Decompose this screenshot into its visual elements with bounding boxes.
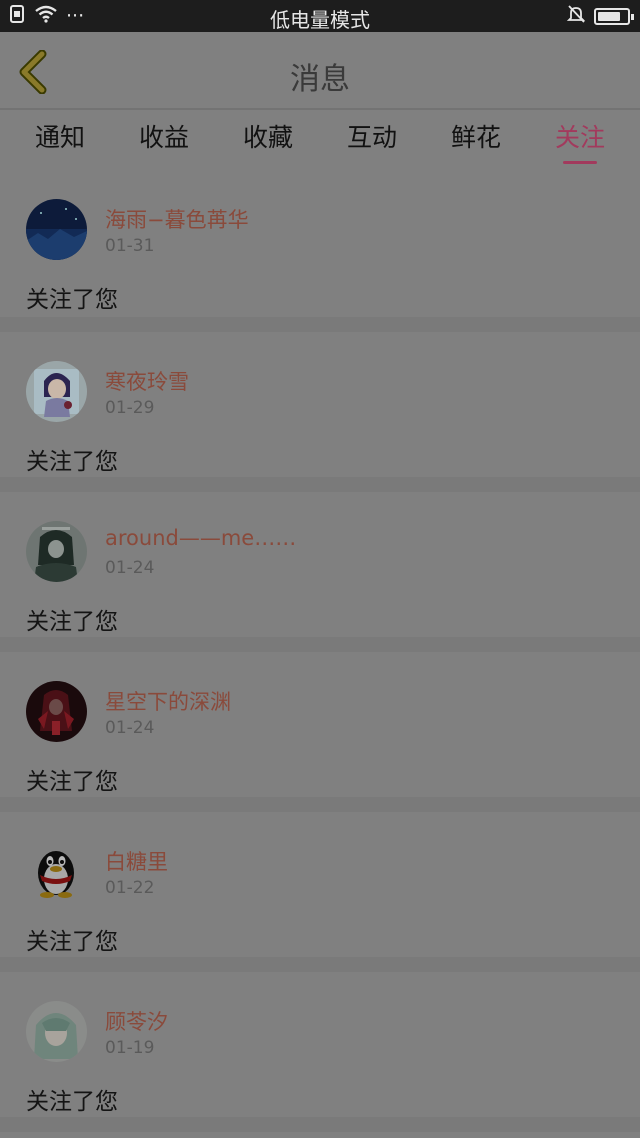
list-item[interactable]: around——me…… 01-24 关注了您 — [0, 492, 640, 652]
tab-interactions[interactable]: 互动 — [337, 110, 407, 170]
list-item[interactable]: 星空下的深渊 01-24 关注了您 — [0, 652, 640, 812]
avatar[interactable] — [26, 199, 87, 260]
tab-favorites[interactable]: 收藏 — [233, 110, 303, 170]
penguin-avatar-icon — [26, 841, 87, 902]
avatar[interactable] — [26, 521, 87, 582]
follow-date: 01-19 — [105, 1038, 155, 1058]
follow-date: 01-24 — [105, 718, 155, 738]
night-sky-avatar-icon — [26, 199, 87, 260]
user-name[interactable]: 顾苓汐 — [105, 1006, 168, 1036]
follow-list: 海雨−暮色苒华 01-31 关注了您 寒夜玲雪 01-29 关注了您 aroun… — [0, 170, 640, 1132]
dark-anime-avatar-icon — [26, 521, 87, 582]
avatar[interactable] — [26, 681, 87, 742]
battery-fill — [598, 11, 621, 21]
tab-follows[interactable]: 关注 — [545, 110, 615, 170]
status-bar: ··· 低电量模式 — [0, 0, 640, 32]
list-item[interactable]: 海雨−暮色苒华 01-31 关注了您 — [0, 170, 640, 332]
status-mode-label: 低电量模式 — [270, 8, 370, 32]
message-text: 关注了您 — [26, 1089, 118, 1115]
message-text: 关注了您 — [26, 449, 118, 475]
follow-date: 01-24 — [105, 558, 155, 578]
battery-icon — [594, 7, 634, 25]
avatar[interactable] — [26, 361, 87, 422]
tab-earnings[interactable]: 收益 — [129, 110, 199, 170]
tab-bar: 通知 收益 收藏 互动 鲜花 关注 — [0, 110, 640, 170]
follow-date: 01-31 — [105, 236, 155, 256]
list-item[interactable]: 白糖里 01-22 关注了您 — [0, 812, 640, 972]
avatar[interactable] — [26, 841, 87, 902]
user-name[interactable]: 海雨−暮色苒华 — [105, 204, 249, 234]
message-text: 关注了您 — [26, 287, 118, 313]
nav-bar: 消息 — [0, 32, 640, 110]
avatar[interactable] — [26, 1001, 87, 1062]
user-name[interactable]: around——me…… — [105, 526, 296, 550]
tab-notifications[interactable]: 通知 — [25, 110, 95, 170]
list-item[interactable]: 寒夜玲雪 01-29 关注了您 — [0, 332, 640, 492]
follow-date: 01-29 — [105, 398, 155, 418]
list-item[interactable]: 顾苓汐 01-19 关注了您 — [0, 972, 640, 1132]
message-text: 关注了您 — [26, 929, 118, 955]
anime-girl-avatar-icon — [26, 361, 87, 422]
follow-date: 01-22 — [105, 878, 155, 898]
user-name[interactable]: 寒夜玲雪 — [105, 366, 189, 396]
message-text: 关注了您 — [26, 769, 118, 795]
page-title: 消息 — [290, 62, 350, 97]
user-name[interactable]: 白糖里 — [105, 846, 168, 876]
red-dark-avatar-icon — [26, 681, 87, 742]
user-name[interactable]: 星空下的深渊 — [105, 686, 231, 716]
message-text: 关注了您 — [26, 609, 118, 635]
green-hair-avatar-icon — [26, 1001, 87, 1062]
tab-flowers[interactable]: 鲜花 — [441, 110, 511, 170]
